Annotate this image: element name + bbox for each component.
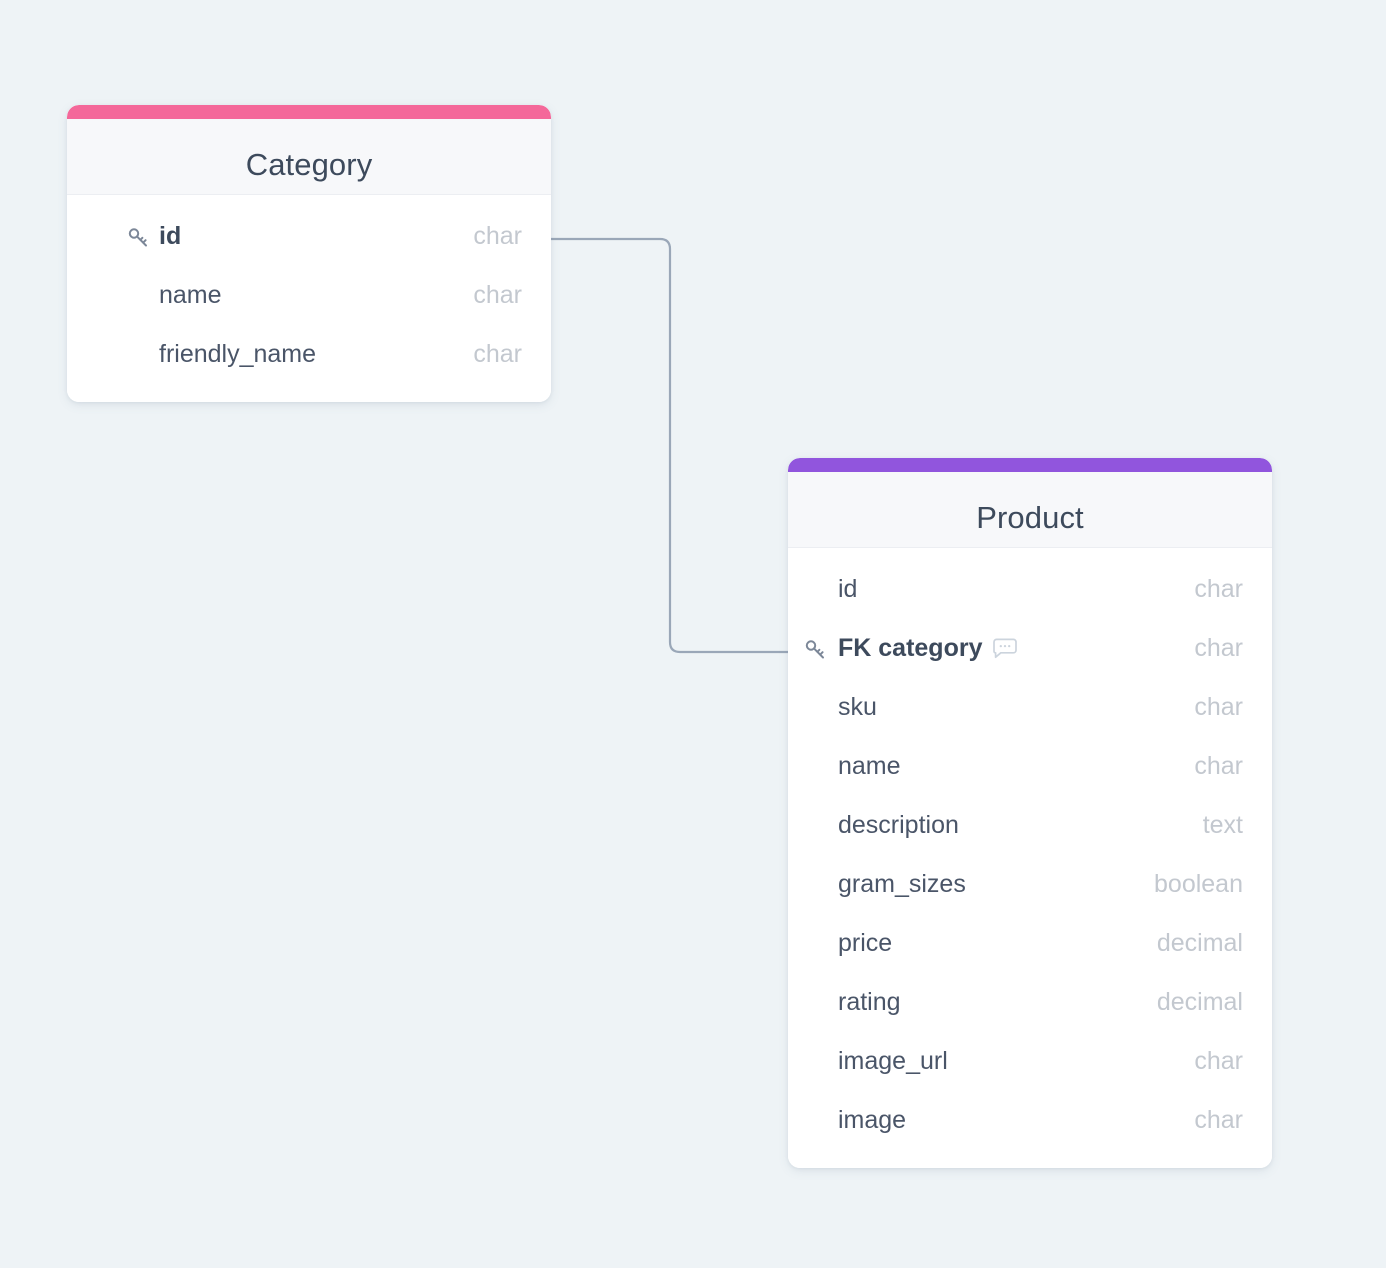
field-name: FK category: [838, 634, 983, 662]
key-icon-placeholder: [125, 342, 151, 368]
entity-header-product: Product: [788, 472, 1272, 548]
field-name: rating: [838, 988, 901, 1016]
field-type: decimal: [1156, 929, 1243, 957]
key-icon: [125, 224, 151, 250]
field-type: char: [473, 340, 522, 368]
field-name: image: [838, 1106, 907, 1134]
field-row-product-gram-sizes[interactable]: gram_sizes boolean: [788, 855, 1272, 914]
field-row-category-name[interactable]: name char: [67, 266, 551, 325]
field-row-product-description[interactable]: description text: [788, 796, 1272, 855]
field-type: char: [473, 281, 522, 309]
field-type: char: [473, 222, 522, 250]
entity-title-category: Category: [245, 147, 373, 182]
key-icon-placeholder: [802, 990, 828, 1016]
field-type: char: [1194, 1047, 1243, 1075]
field-name: gram_sizes: [838, 870, 966, 898]
field-type: char: [1194, 634, 1243, 662]
field-row-product-sku[interactable]: sku char: [788, 678, 1272, 737]
key-icon-placeholder: [802, 813, 828, 839]
entity-card-product[interactable]: Product id char FK category char sku cha…: [788, 458, 1272, 1168]
entity-accent-bar-product: [788, 458, 1272, 472]
key-icon-placeholder: [802, 695, 828, 721]
field-row-product-id[interactable]: id char: [788, 560, 1272, 619]
field-row-product-price[interactable]: price decimal: [788, 914, 1272, 973]
field-name: id: [159, 222, 182, 250]
field-row-category-id[interactable]: id char: [67, 207, 551, 266]
key-icon-placeholder: [802, 872, 828, 898]
field-row-product-image-url[interactable]: image_url char: [788, 1032, 1272, 1091]
field-type: char: [1194, 752, 1243, 780]
field-type: decimal: [1156, 988, 1243, 1016]
field-type: char: [1194, 1106, 1243, 1134]
field-row-product-fk-category[interactable]: FK category char: [788, 619, 1272, 678]
key-icon-placeholder: [802, 1108, 828, 1134]
entity-card-category[interactable]: Category id char name char friendly_name…: [67, 105, 551, 402]
field-type: text: [1202, 811, 1243, 839]
key-icon-placeholder: [125, 283, 151, 309]
field-name: description: [838, 811, 959, 839]
entity-title-product: Product: [976, 500, 1084, 535]
field-list-category: id char name char friendly_name char: [67, 195, 551, 402]
comment-icon[interactable]: [992, 638, 1018, 660]
diagram-canvas: Category id char name char friendly_name…: [0, 0, 1386, 1268]
entity-header-category: Category: [67, 119, 551, 195]
field-type: boolean: [1154, 870, 1243, 898]
entity-accent-bar-category: [67, 105, 551, 119]
key-icon-placeholder: [802, 931, 828, 957]
field-type: char: [1194, 693, 1243, 721]
relationship-connector-category-id-to-product-fk-category: [549, 237, 790, 654]
key-icon-placeholder: [802, 577, 828, 603]
field-row-product-image[interactable]: image char: [788, 1091, 1272, 1150]
field-list-product: id char FK category char sku char name c…: [788, 548, 1272, 1168]
key-icon: [802, 636, 828, 662]
field-name: name: [838, 752, 901, 780]
field-type: char: [1194, 575, 1243, 603]
field-name: price: [838, 929, 893, 957]
key-icon-placeholder: [802, 754, 828, 780]
field-row-category-friendly-name[interactable]: friendly_name char: [67, 325, 551, 384]
field-name: id: [838, 575, 858, 603]
field-name: image_url: [838, 1047, 948, 1075]
field-row-product-name[interactable]: name char: [788, 737, 1272, 796]
field-row-product-rating[interactable]: rating decimal: [788, 973, 1272, 1032]
field-name: sku: [838, 693, 877, 721]
field-name: friendly_name: [159, 340, 317, 368]
field-name: name: [159, 281, 222, 309]
key-icon-placeholder: [802, 1049, 828, 1075]
